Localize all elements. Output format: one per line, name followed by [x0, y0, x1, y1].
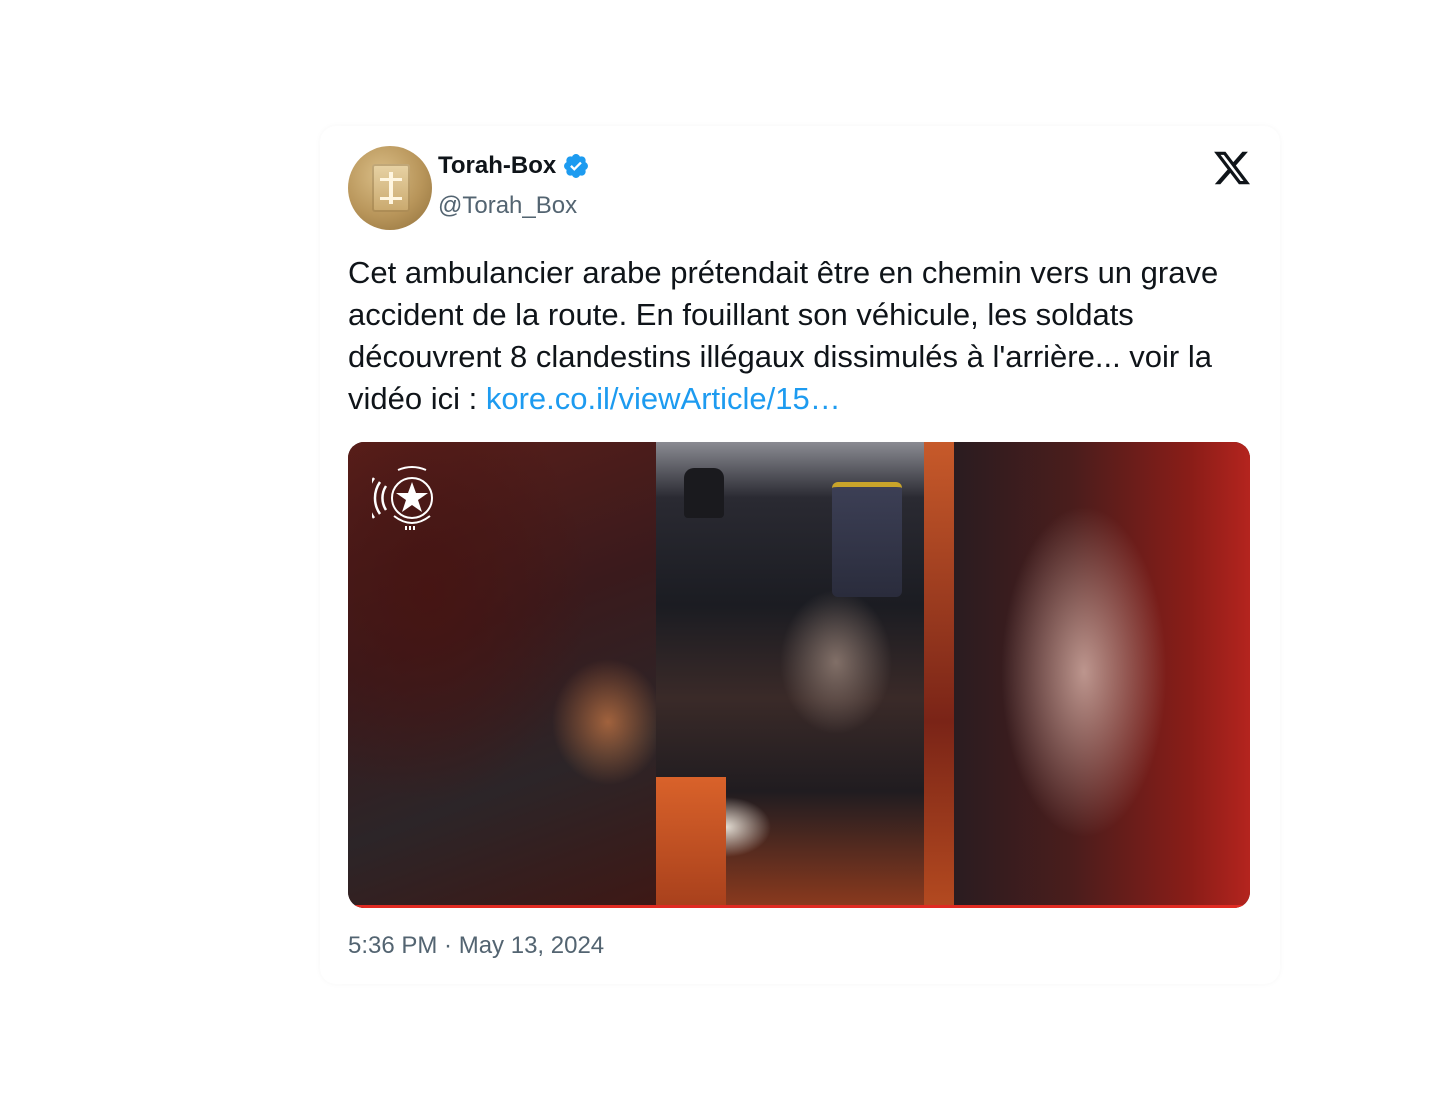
- video-blurred-right-panel: [954, 442, 1250, 908]
- author-display-name[interactable]: Torah-Box: [438, 152, 556, 180]
- tweet-text: Cet ambulancier arabe prétendait être en…: [348, 252, 1248, 420]
- box-icon: [372, 164, 410, 212]
- media-bottom-edge: [348, 905, 1250, 908]
- orange-cushion: [656, 777, 726, 908]
- vehicle-side-panel: [924, 442, 954, 908]
- author-handle[interactable]: @Torah_Box: [438, 192, 577, 220]
- verified-badge-icon: [564, 154, 589, 178]
- tweet-timestamp[interactable]: 5:36 PM · May 13, 2024: [348, 932, 604, 960]
- video-frame-ambulance-interior: [656, 442, 954, 908]
- seat-back: [832, 482, 902, 597]
- x-logo-icon[interactable]: [1212, 148, 1252, 188]
- article-link[interactable]: kore.co.il/viewArticle/15…: [486, 381, 841, 416]
- author-name-row: Torah-Box: [438, 152, 590, 180]
- avatar[interactable]: [348, 146, 432, 230]
- seat-headrest: [684, 468, 724, 518]
- israel-police-emblem-icon: [372, 466, 433, 530]
- tweet-card[interactable]: Torah-Box @Torah_Box Cet ambulancier ara…: [320, 126, 1280, 984]
- tweet-video-thumbnail[interactable]: [348, 442, 1250, 908]
